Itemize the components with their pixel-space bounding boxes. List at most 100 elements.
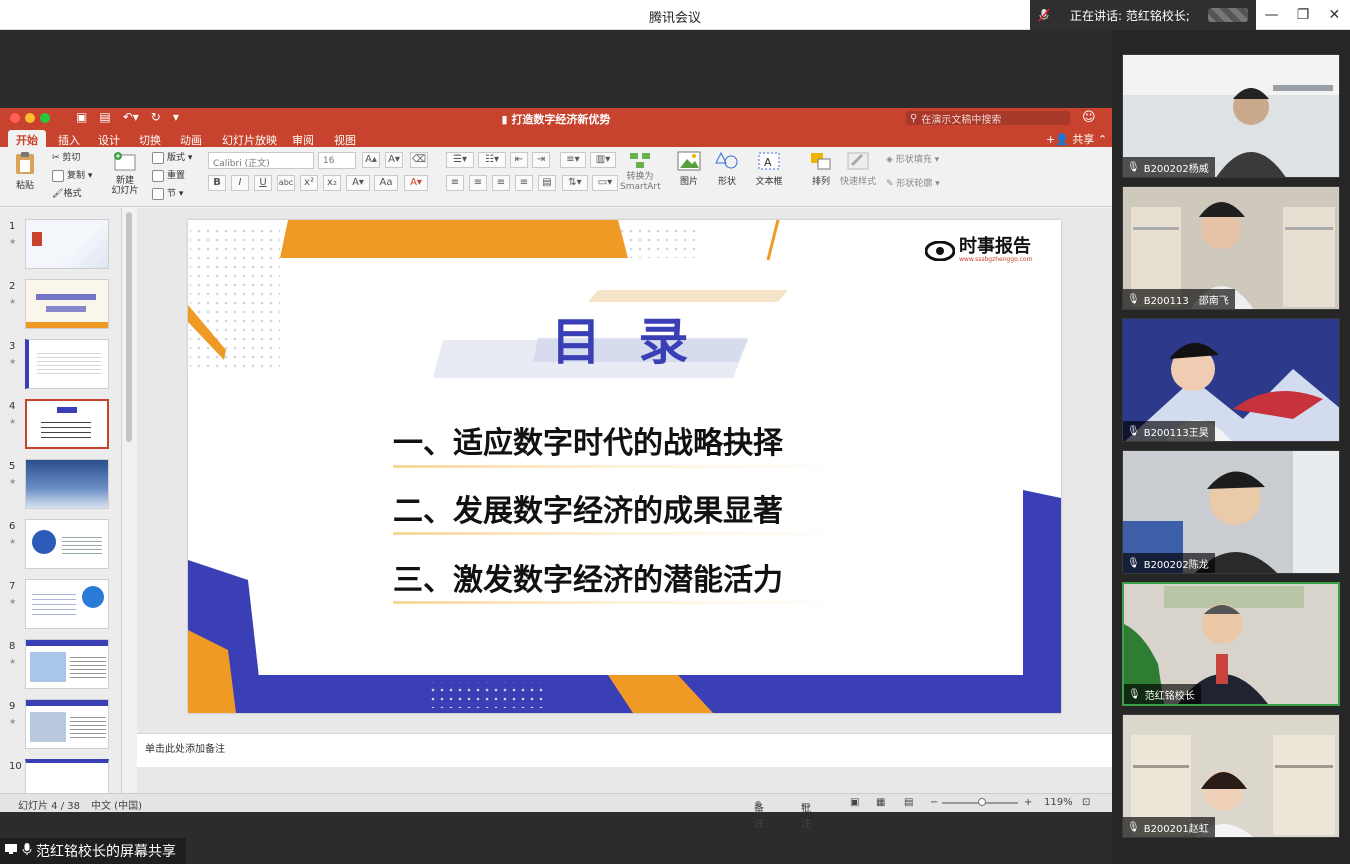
maximize-button[interactable]: ❐ [1287, 0, 1318, 30]
participant-video[interactable]: 🎙 B200202杨威 [1122, 54, 1340, 178]
cut-button[interactable]: ✂ 剪切 [52, 150, 80, 163]
slide-thumbnail[interactable] [25, 339, 109, 389]
strikethrough-icon[interactable]: abc [277, 175, 295, 191]
notes-pane[interactable]: 单击此处添加备注 [137, 733, 1112, 767]
thumbnail-row[interactable]: 3 ★ [0, 339, 121, 399]
distributed-icon[interactable]: ▤ [538, 175, 556, 191]
decrease-indent-icon[interactable]: ⇤ [510, 152, 528, 168]
clear-format-icon[interactable]: ⌫ [410, 152, 428, 168]
slide-thumbnail[interactable] [25, 219, 109, 269]
reading-view-icon[interactable]: ▤ [904, 797, 913, 808]
slide-thumbnail-selected[interactable] [25, 399, 109, 449]
copy-button[interactable]: 复制 ▾ [52, 168, 92, 182]
thumbnail-row[interactable]: 4 ★ [0, 399, 121, 459]
numbering-icon[interactable]: ☷▾ [478, 152, 506, 168]
italic-icon[interactable]: I [231, 175, 249, 191]
shape-fill-button[interactable]: ◈ 形状填充 ▾ [886, 152, 939, 165]
participant-video[interactable]: 🎙 B200113 邵南飞 [1122, 186, 1340, 310]
thumbnail-row[interactable]: 7 ★ [0, 579, 121, 639]
quick-styles-button[interactable]: 快速样式 [840, 151, 876, 187]
bullets-icon[interactable]: ☰▾ [446, 152, 474, 168]
increase-indent-icon[interactable]: ⇥ [532, 152, 550, 168]
font-size-select[interactable]: 16 [318, 152, 356, 169]
sorter-view-icon[interactable]: ▦ [876, 797, 885, 808]
increase-font-icon[interactable]: A▴ [362, 152, 380, 168]
columns-icon[interactable]: ▥▾ [590, 152, 616, 168]
tab-slideshow[interactable]: 幻灯片放映 [214, 130, 285, 147]
participant-video[interactable]: 🎙 B200201赵虹 [1122, 714, 1340, 838]
section-button[interactable]: 节 ▾ [152, 186, 183, 200]
slide-thumbnail[interactable] [25, 639, 109, 689]
convert-smartart-button[interactable]: 转换为 SmartArt [620, 151, 661, 192]
fit-window-icon[interactable]: ⊡ [1082, 797, 1090, 808]
tab-view[interactable]: 视图 [326, 130, 364, 147]
thumbnail-row[interactable]: 1 ★ [0, 219, 121, 279]
tab-insert[interactable]: 插入 [50, 130, 88, 147]
slide-thumbnail[interactable] [25, 459, 109, 509]
search-box[interactable]: ⚲ 在演示文稿中搜索 [906, 111, 1070, 126]
font-name-select[interactable]: Calibri (正文) [208, 152, 314, 169]
shape-button[interactable]: 形状 [712, 151, 742, 187]
thumbnail-row[interactable]: 9 ★ [0, 699, 121, 759]
justify-icon[interactable]: ≡ [515, 175, 533, 191]
align-text-icon[interactable]: ▭▾ [592, 175, 618, 191]
textbox-button[interactable]: A 文本框 [752, 151, 786, 187]
participant-name: B200113王昊 [1143, 427, 1209, 439]
align-left-icon[interactable]: ≡ [446, 175, 464, 191]
superscript-icon[interactable]: x² [300, 175, 318, 191]
thumbnail-row[interactable]: 2 ★ [0, 279, 121, 339]
underline-icon[interactable]: U [254, 175, 272, 191]
toc-item: 三、激发数字经济的潜能活力 [393, 563, 783, 598]
normal-view-icon[interactable]: ▣ [850, 797, 859, 808]
close-button[interactable]: ✕ [1319, 0, 1350, 30]
thumbnail-row[interactable]: 8 ★ [0, 639, 121, 699]
align-center-icon[interactable]: ≡ [469, 175, 487, 191]
slide-thumbnail[interactable] [25, 519, 109, 569]
thumbnails-scrollbar[interactable] [126, 212, 132, 442]
share-button[interactable]: +👤 共享 ⌃ [1046, 131, 1107, 147]
star-icon: ★ [9, 657, 17, 666]
decrease-font-icon[interactable]: A▾ [385, 152, 403, 168]
text-effects-icon[interactable]: A▾ [346, 175, 370, 191]
align-right-icon[interactable]: ≡ [492, 175, 510, 191]
shape-outline-button[interactable]: ✎ 形状轮廓 ▾ [886, 176, 940, 189]
tab-review[interactable]: 审阅 [284, 130, 322, 147]
star-icon: ★ [9, 237, 17, 246]
slide-thumbnail[interactable] [25, 279, 109, 329]
arrange-button[interactable]: 排列 [806, 151, 836, 187]
thumbnail-row[interactable]: 6 ★ [0, 519, 121, 579]
participant-video[interactable]: 🎙 B200113王昊 [1122, 318, 1340, 442]
tab-transitions[interactable]: 切换 [131, 130, 169, 147]
zoom-slider-thumb[interactable] [978, 798, 986, 806]
new-slide-button[interactable]: 新建 幻灯片 [110, 151, 140, 196]
slide-canvas[interactable]: 目 录 时事报告 www.sssbgzhenggo.com 一、适应数字时代的战… [188, 220, 1061, 713]
tab-animations[interactable]: 动画 [172, 130, 210, 147]
format-painter-button[interactable]: 🖌格式 [52, 186, 81, 199]
picture-button[interactable]: 图片 [674, 151, 704, 187]
participant-video[interactable]: 🎙 B200202陈龙 [1122, 450, 1340, 574]
participant-video-active-speaker[interactable]: 🎙 范红铭校长 [1122, 582, 1340, 706]
ppt-title-bar: ▣ ▤ ↶▾ ↻ ▾ ▮ 打造数字经济新优势 ⚲ 在演示文稿中搜索 ☺ [0, 108, 1112, 128]
font-color-icon[interactable]: A▾ [404, 175, 428, 191]
paste-button[interactable]: 粘贴 [10, 151, 40, 191]
slide-thumbnail[interactable] [25, 579, 109, 629]
subscript-icon[interactable]: x₂ [323, 175, 341, 191]
zoom-level[interactable]: 119% [1044, 797, 1073, 808]
tab-design[interactable]: 设计 [90, 130, 128, 147]
minimize-button[interactable]: — [1256, 0, 1287, 30]
picture-icon [677, 151, 701, 171]
slide-thumbnail[interactable] [25, 759, 109, 793]
text-direction-icon[interactable]: ⇅▾ [562, 175, 588, 191]
layout-button[interactable]: 版式 ▾ [152, 150, 192, 164]
zoom-in-button[interactable]: + [1024, 797, 1032, 808]
feedback-smiley-icon[interactable]: ☺ [1082, 110, 1096, 125]
reset-button[interactable]: 重置 [152, 168, 185, 182]
bold-icon[interactable]: B [208, 175, 226, 191]
thumbnail-row[interactable]: 5 ★ [0, 459, 121, 519]
slide-thumbnail[interactable] [25, 699, 109, 749]
tab-home[interactable]: 开始 [8, 130, 46, 147]
change-case-icon[interactable]: Aa [374, 175, 398, 191]
line-spacing-icon[interactable]: ≡▾ [560, 152, 586, 168]
thumbnail-row[interactable]: 10 [0, 759, 121, 793]
zoom-out-button[interactable]: − [930, 797, 938, 808]
